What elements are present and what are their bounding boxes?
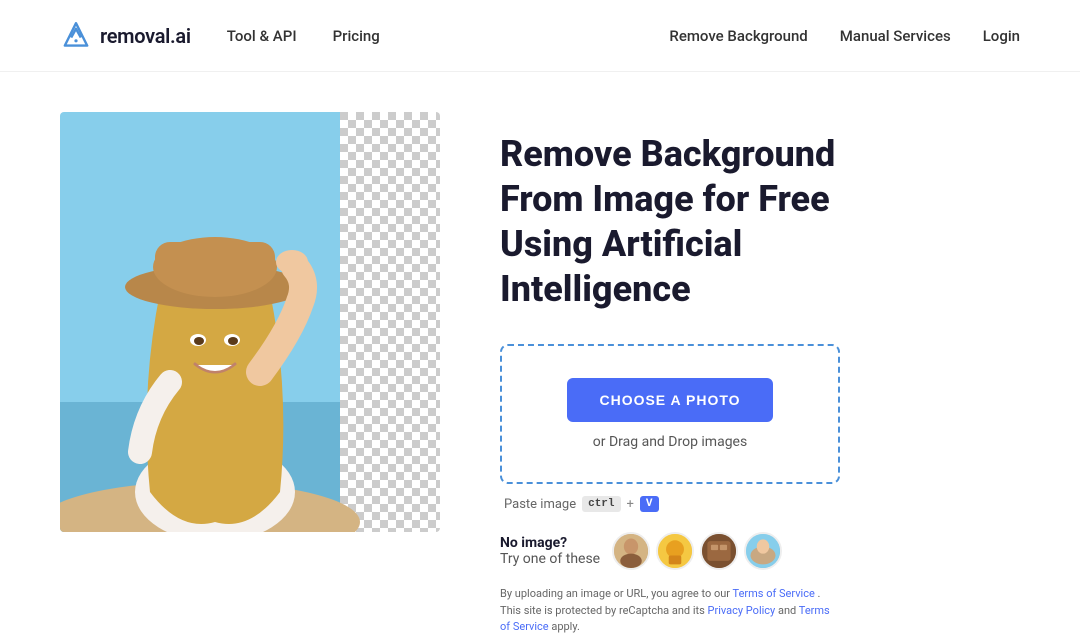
logo-icon — [60, 20, 92, 52]
plus-sign: + — [627, 497, 634, 512]
nav-link-manual-services[interactable]: Manual Services — [840, 27, 951, 45]
sample-section: No image? Try one of these — [500, 532, 1020, 570]
hero-image-section — [60, 112, 440, 532]
try-label: Try one of these — [500, 551, 600, 567]
v-key-badge: V — [640, 496, 659, 512]
hero-image-container — [60, 112, 440, 532]
sample-thumb-3[interactable] — [700, 532, 738, 570]
disclaimer-text: By uploading an image or URL, you agree … — [500, 586, 840, 636]
logo-text: removal.ai — [100, 24, 191, 48]
main-content: Remove Background From Image for Free Us… — [0, 72, 1080, 636]
ctrl-key-badge: ctrl — [582, 496, 620, 512]
nav-link-tool-api[interactable]: Tool & API — [227, 27, 297, 45]
nav-right: Remove Background Manual Services Login — [669, 27, 1020, 45]
nav-link-remove-background[interactable]: Remove Background — [669, 27, 807, 45]
hero-title: Remove Background From Image for Free Us… — [500, 132, 840, 312]
sample-thumbnails — [612, 532, 782, 570]
navbar: removal.ai Tool & API Pricing Remove Bac… — [0, 0, 1080, 72]
privacy-policy-link[interactable]: Privacy Policy — [708, 604, 776, 617]
sample-thumb-2[interactable] — [656, 532, 694, 570]
hero-photo — [60, 112, 440, 532]
paste-label: Paste image — [504, 497, 576, 512]
nav-left: removal.ai Tool & API Pricing — [60, 20, 380, 52]
right-section: Remove Background From Image for Free Us… — [500, 112, 1020, 636]
nav-link-pricing[interactable]: Pricing — [333, 27, 380, 45]
choose-photo-button[interactable]: CHOOSE A PHOTO — [567, 378, 772, 422]
terms-of-service-link-1[interactable]: Terms of Service — [733, 587, 815, 600]
paste-row: Paste image ctrl + V — [500, 496, 1020, 512]
logo[interactable]: removal.ai — [60, 20, 191, 52]
drag-drop-label: or Drag and Drop images — [526, 434, 814, 450]
sample-label: No image? Try one of these — [500, 535, 600, 567]
no-image-label: No image? — [500, 535, 600, 551]
upload-dropzone[interactable]: CHOOSE A PHOTO or Drag and Drop images — [500, 344, 840, 484]
nav-link-login[interactable]: Login — [983, 27, 1020, 45]
sample-thumb-1[interactable] — [612, 532, 650, 570]
sample-thumb-4[interactable] — [744, 532, 782, 570]
